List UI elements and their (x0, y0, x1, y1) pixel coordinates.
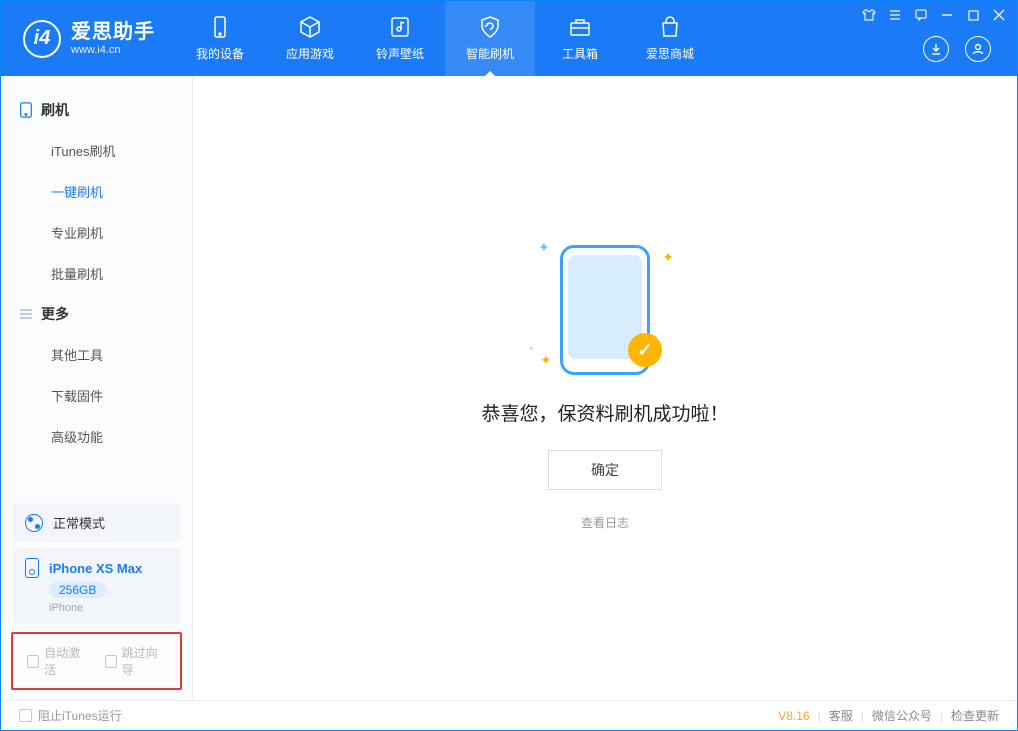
sidebar-item-advanced[interactable]: 高级功能 (1, 416, 192, 457)
user-icon[interactable] (965, 36, 991, 62)
mode-label: 正常模式 (53, 513, 105, 532)
checkmark-badge-icon: ✓ (628, 333, 662, 367)
sidebar-item-pro-flash[interactable]: 专业刷机 (1, 212, 192, 253)
checkbox-icon (27, 655, 39, 668)
tab-ringtone-wallpaper[interactable]: 铃声壁纸 (355, 1, 445, 76)
device-type: iPhone (49, 602, 83, 614)
tshirt-icon[interactable] (861, 7, 877, 23)
version-label: V8.16 (778, 709, 809, 723)
menu-icon[interactable] (887, 7, 903, 23)
app-window: i4 爱思助手 www.i4.cn 我的设备 应用游戏 铃声壁纸 智能刷机 (0, 0, 1018, 731)
tab-apps-games[interactable]: 应用游戏 (265, 1, 355, 76)
logo: i4 爱思助手 www.i4.cn (1, 1, 175, 76)
device-name: iPhone XS Max (49, 561, 142, 576)
success-message: 恭喜您，保资料刷机成功啦！ (481, 399, 728, 426)
main-content: ✦✦✦• ✓ 恭喜您，保资料刷机成功啦！ 确定 查看日志 (193, 76, 1017, 700)
phone-icon (19, 102, 33, 118)
footer-link-update[interactable]: 检查更新 (951, 707, 999, 724)
device-icon (208, 15, 232, 39)
tab-smart-flash[interactable]: 智能刷机 (445, 1, 535, 76)
success-illustration: ✦✦✦• ✓ (560, 245, 650, 375)
cube-icon (298, 15, 322, 39)
device-capacity: 256GB (49, 582, 106, 598)
titlebar: i4 爱思助手 www.i4.cn 我的设备 应用游戏 铃声壁纸 智能刷机 (1, 1, 1017, 76)
sidebar-group-flash: 刷机 (1, 90, 192, 130)
sidebar-group-more: 更多 (1, 294, 192, 334)
brand-url: www.i4.cn (71, 44, 155, 57)
toolbox-icon (568, 15, 592, 39)
sidebar-item-oneclick-flash[interactable]: 一键刷机 (1, 171, 192, 212)
checkbox-skip-guide[interactable]: 跳过向导 (105, 644, 167, 678)
nav-tabs: 我的设备 应用游戏 铃声壁纸 智能刷机 工具箱 爱思商城 (175, 1, 715, 76)
footer: 阻止iTunes运行 V8.16 | 客服 | 微信公众号 | 检查更新 (1, 700, 1017, 730)
checkbox-icon (19, 709, 32, 722)
bag-icon (658, 15, 682, 39)
tab-my-device[interactable]: 我的设备 (175, 1, 265, 76)
sidebar-item-itunes-flash[interactable]: iTunes刷机 (1, 130, 192, 171)
tab-toolbox[interactable]: 工具箱 (535, 1, 625, 76)
sidebar-item-other-tools[interactable]: 其他工具 (1, 334, 192, 375)
minimize-button[interactable] (939, 7, 955, 23)
logo-icon: i4 (23, 20, 61, 58)
device-small-icon (25, 558, 39, 578)
mode-card[interactable]: 正常模式 (13, 503, 180, 542)
checkbox-stop-itunes[interactable]: 阻止iTunes运行 (19, 707, 122, 724)
feedback-icon[interactable] (913, 7, 929, 23)
tab-store[interactable]: 爱思商城 (625, 1, 715, 76)
mode-icon (25, 514, 43, 532)
activation-options: 自动激活 跳过向导 (11, 632, 182, 690)
device-card[interactable]: iPhone XS Max 256GB iPhone (13, 548, 180, 624)
window-controls (861, 7, 1007, 23)
view-log-link[interactable]: 查看日志 (581, 514, 629, 531)
maximize-button[interactable] (965, 7, 981, 23)
ok-button[interactable]: 确定 (548, 450, 662, 490)
sidebar-item-download-fw[interactable]: 下载固件 (1, 375, 192, 416)
brand-name: 爱思助手 (71, 20, 155, 44)
checkbox-auto-activate[interactable]: 自动激活 (27, 644, 89, 678)
download-icon[interactable] (923, 36, 949, 62)
checkbox-icon (105, 655, 117, 668)
list-icon (19, 306, 33, 322)
shield-refresh-icon (478, 15, 502, 39)
sidebar: 刷机 iTunes刷机 一键刷机 专业刷机 批量刷机 更多 其他工具 下载固件 … (1, 76, 193, 700)
sidebar-item-batch-flash[interactable]: 批量刷机 (1, 253, 192, 294)
footer-link-support[interactable]: 客服 (829, 707, 853, 724)
close-button[interactable] (991, 7, 1007, 23)
footer-link-wechat[interactable]: 微信公众号 (872, 707, 932, 724)
music-note-icon (388, 15, 412, 39)
